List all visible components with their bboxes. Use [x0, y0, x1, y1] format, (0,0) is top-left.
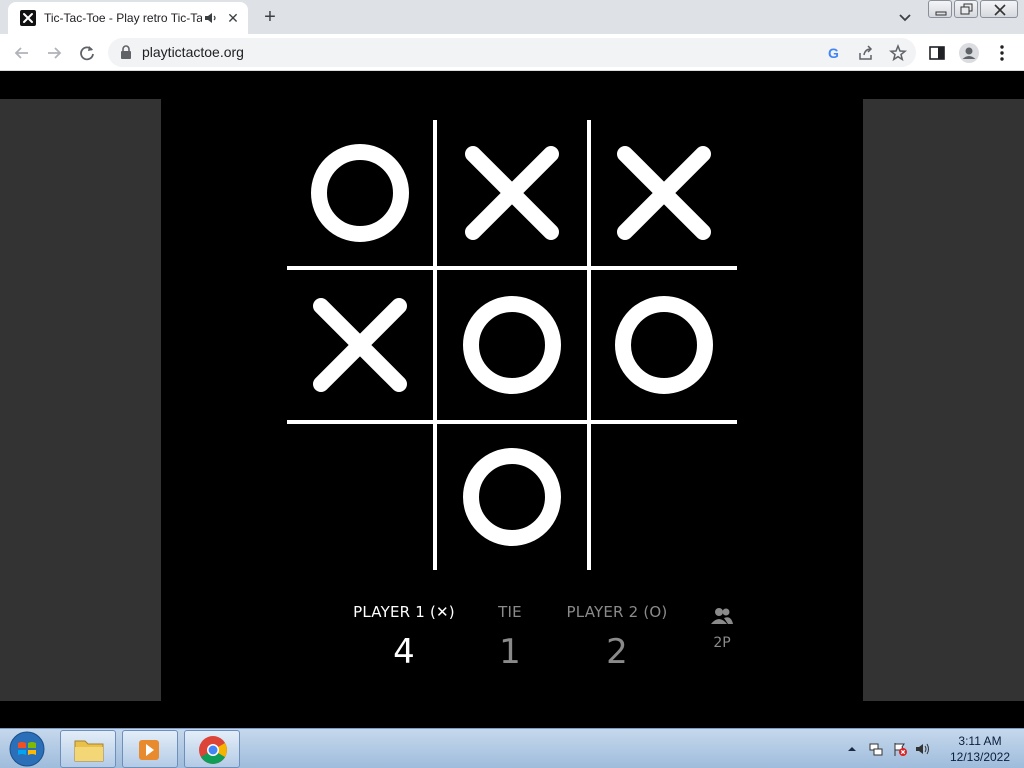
board-cell-1-1[interactable]: [439, 272, 589, 422]
two-players-icon: [711, 608, 733, 624]
browser-toolbar: playtictactoe.org G: [0, 34, 1024, 71]
player2-score: PLAYER 2 (O) 2: [548, 602, 686, 672]
browser-tab-strip: Tic-Tac-Toe - Play retro Tic-Tac-Toe onl…: [0, 0, 1024, 34]
reload-icon[interactable]: [76, 42, 98, 64]
side-panel-icon[interactable]: [926, 42, 948, 64]
media-player-taskbar-button[interactable]: [122, 730, 178, 768]
game-mode-label: 2P: [713, 635, 731, 651]
media-player-icon: [139, 740, 159, 760]
new-tab-button[interactable]: +: [258, 6, 282, 28]
tie-score: TIE 1: [480, 602, 540, 672]
player1-score-label: PLAYER 1 (✕): [353, 603, 455, 621]
player1-score-value: 4: [393, 632, 415, 672]
left-side-panel: [0, 99, 161, 701]
game-page: PLAYER 1 (✕) 4 TIE 1 PLAYER 2 (O) 2 2P: [0, 72, 1024, 728]
board-cell-0-0[interactable]: [287, 120, 437, 270]
start-button[interactable]: [4, 730, 50, 768]
tictactoe-favicon-icon: [20, 10, 36, 26]
board-cell-0-2[interactable]: [591, 120, 741, 270]
tictactoe-board: [287, 120, 737, 570]
svg-text:G: G: [828, 45, 839, 61]
show-hidden-icons-icon[interactable]: [844, 741, 860, 757]
file-explorer-taskbar-button[interactable]: [60, 730, 116, 768]
bookmark-star-icon[interactable]: [888, 43, 908, 63]
o-mark-icon: [463, 448, 561, 546]
x-mark-icon: [313, 298, 407, 392]
player1-score: PLAYER 1 (✕) 4: [330, 602, 478, 672]
x-mark-icon: [617, 146, 711, 240]
chrome-icon: [199, 736, 227, 764]
address-bar[interactable]: playtictactoe.org G: [108, 38, 916, 67]
board-cell-2-2[interactable]: [591, 424, 741, 574]
tab-title: Tic-Tac-Toe - Play retro Tic-Tac-Toe onl…: [44, 11, 202, 25]
board-cell-2-1[interactable]: [439, 424, 589, 574]
tie-score-label: TIE: [498, 603, 522, 621]
action-center-flag-icon[interactable]: [892, 741, 908, 757]
chevron-down-icon[interactable]: [895, 8, 915, 26]
x-mark-icon: [465, 146, 559, 240]
o-mark-icon: [463, 296, 561, 394]
profile-avatar-icon[interactable]: [958, 42, 980, 64]
board-cell-0-1[interactable]: [439, 120, 589, 270]
close-window-button[interactable]: [980, 0, 1018, 18]
game-mode-toggle[interactable]: 2P: [705, 606, 739, 651]
folder-icon: [74, 740, 104, 762]
back-arrow-icon[interactable]: [11, 42, 33, 64]
player2-score-value: 2: [606, 632, 628, 672]
player2-score-label: PLAYER 2 (O): [566, 603, 668, 621]
chrome-taskbar-button[interactable]: [184, 730, 240, 768]
restore-window-button[interactable]: [954, 0, 978, 18]
board-cell-1-0[interactable]: [287, 272, 437, 422]
tie-score-value: 1: [499, 632, 521, 672]
windows-taskbar: 3:11 AM 12/13/2022: [0, 728, 1024, 768]
right-side-panel: [863, 99, 1024, 701]
minimize-window-button[interactable]: [928, 0, 952, 18]
clock-time: 3:11 AM: [958, 734, 1002, 748]
board-cell-1-2[interactable]: [591, 272, 741, 422]
share-icon[interactable]: [856, 43, 876, 63]
forward-arrow-icon[interactable]: [43, 42, 65, 64]
o-mark-icon: [615, 296, 713, 394]
volume-icon[interactable]: [914, 741, 930, 757]
lock-icon[interactable]: [120, 45, 132, 59]
more-menu-icon[interactable]: [991, 42, 1013, 64]
system-tray: 3:11 AM 12/13/2022: [840, 729, 1024, 768]
close-tab-icon[interactable]: ✕: [224, 9, 242, 27]
network-icon[interactable]: [868, 741, 884, 757]
board-cell-2-0[interactable]: [287, 424, 437, 574]
url-text[interactable]: playtictactoe.org: [142, 44, 244, 61]
google-translate-icon[interactable]: G: [824, 43, 844, 63]
o-mark-icon: [311, 144, 409, 242]
browser-tab[interactable]: Tic-Tac-Toe - Play retro Tic-Tac-Toe onl…: [8, 2, 248, 34]
clock-date: 12/13/2022: [949, 750, 1011, 764]
speaker-icon[interactable]: [204, 10, 218, 26]
taskbar-clock[interactable]: 3:11 AM 12/13/2022: [940, 733, 1020, 765]
scoreboard: PLAYER 1 (✕) 4 TIE 1 PLAYER 2 (O) 2 2P: [330, 602, 760, 692]
